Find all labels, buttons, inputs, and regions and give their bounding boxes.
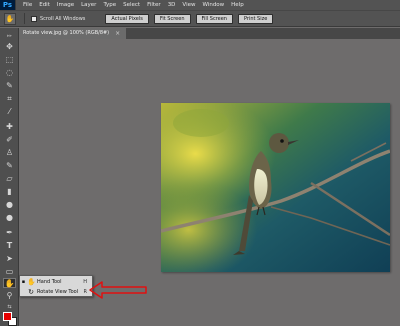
hand-icon: ✋ bbox=[27, 278, 36, 286]
blur-tool-icon[interactable]: ● bbox=[3, 200, 16, 210]
brush-tool-icon[interactable]: ✐ bbox=[3, 135, 16, 145]
document-tab-title: Rotate view.jpg @ 100% (RGB/8#) bbox=[23, 30, 110, 36]
zoom-tool-icon[interactable]: ⚲ bbox=[3, 291, 16, 301]
move-tool-icon[interactable]: ✥ bbox=[3, 42, 16, 52]
menu-bar: Ps File Edit Image Layer Type Select Fil… bbox=[0, 0, 400, 10]
lasso-tool-icon[interactable]: ◌ bbox=[3, 68, 16, 78]
scroll-all-windows-label: Scroll All Windows bbox=[40, 15, 86, 22]
shape-tool-icon[interactable]: ▭ bbox=[3, 267, 16, 277]
swap-colors-icon[interactable]: ⇆ bbox=[3, 302, 16, 312]
crop-tool-icon[interactable]: ⌗ bbox=[3, 94, 16, 104]
type-tool-icon[interactable]: T bbox=[3, 241, 16, 251]
gradient-tool-icon[interactable]: ▮ bbox=[3, 187, 16, 197]
flyout-item-label: Hand Tool bbox=[37, 279, 62, 285]
close-icon[interactable]: × bbox=[115, 28, 120, 39]
clone-stamp-tool-icon[interactable]: ♙ bbox=[3, 148, 16, 158]
actual-pixels-button[interactable]: Actual Pixels bbox=[105, 13, 149, 24]
menu-filter[interactable]: Filter bbox=[147, 0, 161, 10]
flyout-item-shortcut: H bbox=[83, 279, 87, 285]
flyout-item-shortcut: R bbox=[83, 289, 87, 295]
dodge-tool-icon[interactable]: ● bbox=[3, 213, 16, 223]
flyout-item-rotate-view-tool[interactable]: ↻ Rotate View Tool R bbox=[20, 287, 92, 297]
document-tab-bar: Rotate view.jpg @ 100% (RGB/8#) × bbox=[19, 28, 400, 39]
rotate-view-icon: ↻ bbox=[28, 288, 34, 296]
eraser-tool-icon[interactable]: ▱ bbox=[3, 174, 16, 184]
flyout-item-label: Rotate View Tool bbox=[37, 289, 79, 295]
photoshop-logo: Ps bbox=[0, 0, 16, 10]
menu-select[interactable]: Select bbox=[123, 0, 140, 10]
annotation-arrow-icon bbox=[89, 281, 147, 299]
menu-help[interactable]: Help bbox=[231, 0, 244, 10]
menu-window[interactable]: Window bbox=[202, 0, 224, 10]
flyout-item-hand-tool[interactable]: ▪ ✋ Hand Tool H bbox=[20, 277, 92, 287]
scroll-all-windows-checkbox[interactable] bbox=[31, 15, 37, 22]
foreground-color-swatch[interactable] bbox=[3, 312, 12, 321]
quick-selection-tool-icon[interactable]: ✎ bbox=[3, 81, 16, 91]
active-tool-bullet-icon: ▪ bbox=[21, 279, 26, 285]
path-selection-tool-icon[interactable]: ➤ bbox=[3, 254, 16, 264]
hand-tool-flyout-menu: ▪ ✋ Hand Tool H ↻ Rotate View Tool R bbox=[19, 275, 93, 297]
bird-photo bbox=[161, 103, 390, 272]
menu-edit[interactable]: Edit bbox=[39, 0, 50, 10]
options-bar: ✋ Scroll All Windows Actual Pixels Fit S… bbox=[0, 10, 400, 27]
menu-3d[interactable]: 3D bbox=[168, 0, 176, 10]
healing-brush-tool-icon[interactable]: ✚ bbox=[3, 122, 16, 132]
fill-screen-button[interactable]: Fill Screen bbox=[195, 13, 233, 24]
fit-screen-button[interactable]: Fit Screen bbox=[153, 13, 191, 24]
menu-view[interactable]: View bbox=[182, 0, 195, 10]
print-size-button[interactable]: Print Size bbox=[237, 13, 274, 24]
menu-type[interactable]: Type bbox=[103, 0, 116, 10]
menu-file[interactable]: File bbox=[23, 0, 32, 10]
menu-image[interactable]: Image bbox=[57, 0, 74, 10]
menu-layer[interactable]: Layer bbox=[81, 0, 96, 10]
hand-tool-icon[interactable]: ✋ bbox=[3, 278, 16, 288]
pen-tool-icon[interactable]: ✒ bbox=[3, 228, 16, 238]
history-brush-tool-icon[interactable]: ✎ bbox=[3, 161, 16, 171]
toolbox-grip[interactable]: ▸▸ bbox=[3, 31, 16, 41]
document-tab[interactable]: Rotate view.jpg @ 100% (RGB/8#) × bbox=[19, 28, 127, 39]
toolbox: ▸▸ ✥ ⬚ ◌ ✎ ⌗ ⁄ ✚ ✐ ♙ ✎ ▱ ▮ ● ● ✒ T ➤ ▭ ✋… bbox=[0, 28, 19, 326]
options-divider bbox=[24, 13, 25, 24]
marquee-tool-icon[interactable]: ⬚ bbox=[3, 55, 16, 65]
eyedropper-tool-icon[interactable]: ⁄ bbox=[3, 107, 16, 117]
hand-tool-preset-icon[interactable]: ✋ bbox=[4, 12, 16, 25]
